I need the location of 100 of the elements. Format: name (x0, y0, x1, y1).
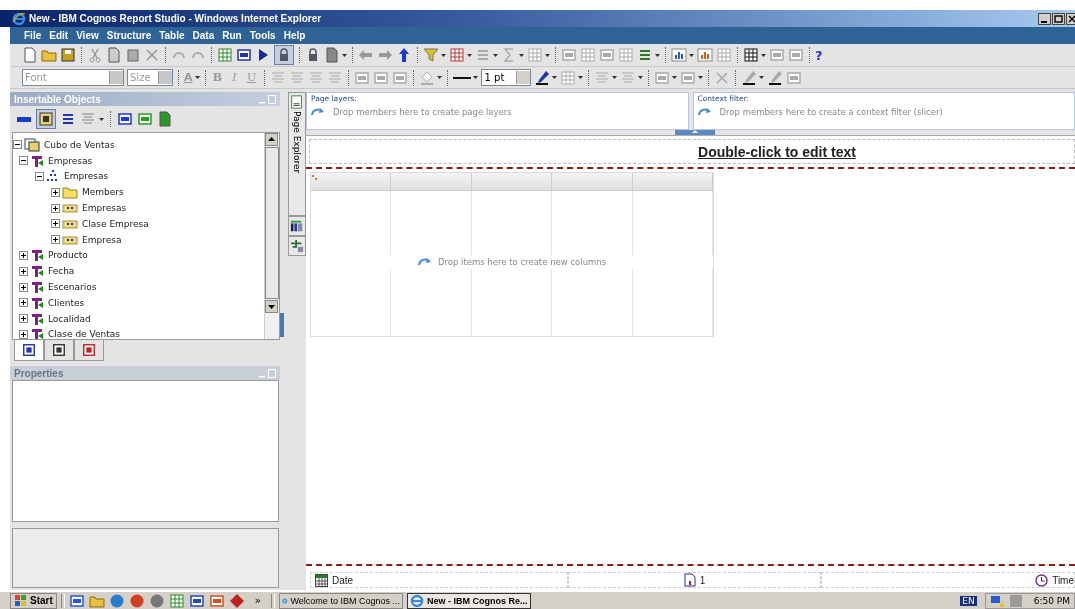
tree-item[interactable]: Fecha (48, 266, 75, 277)
diamond-icon[interactable] (228, 592, 245, 609)
menu-item[interactable]: Help (283, 30, 306, 41)
expand-icon[interactable] (19, 250, 28, 260)
menu-item[interactable]: File (24, 30, 42, 41)
refresh-icon[interactable] (137, 111, 153, 127)
panel-tab[interactable] (44, 340, 74, 361)
caret-icon[interactable] (551, 76, 557, 79)
collapse-icon[interactable] (19, 156, 28, 166)
maximize-button[interactable] (1052, 12, 1065, 25)
pick-style-icon[interactable] (740, 69, 757, 86)
caret-icon[interactable] (697, 76, 703, 79)
menu-item[interactable]: View (76, 30, 99, 41)
document-icon[interactable] (157, 111, 173, 127)
language-indicator[interactable]: EN (960, 595, 977, 606)
tree-item[interactable]: Localidad (48, 313, 91, 324)
side-button[interactable] (288, 216, 306, 236)
caret-icon[interactable] (519, 53, 524, 57)
tree-item[interactable]: Members (82, 187, 124, 198)
copy-icon[interactable] (106, 47, 122, 63)
close-button[interactable] (1066, 12, 1075, 25)
border-width-combo[interactable]: 1 pt (480, 69, 531, 86)
more-button[interactable]: » (254, 595, 261, 606)
expand-icon[interactable] (19, 314, 28, 324)
minimize-button[interactable] (1038, 12, 1051, 25)
tree-item[interactable]: Escenarios (48, 282, 97, 293)
caret-icon[interactable] (545, 53, 550, 57)
collapse-tab[interactable] (674, 130, 715, 135)
caret-icon[interactable] (655, 53, 660, 57)
tree-item[interactable]: Cubo de Ventas (44, 139, 115, 150)
handle-icon[interactable] (312, 175, 317, 180)
expand-icon[interactable] (51, 219, 60, 229)
expand-icon[interactable] (51, 187, 60, 197)
tree-item[interactable]: Empresas (48, 155, 93, 166)
lock-button[interactable] (274, 45, 294, 65)
tree-item[interactable]: Clase de Ventas (48, 329, 120, 339)
expand-icon[interactable] (19, 266, 28, 276)
caret-icon[interactable] (194, 76, 200, 79)
expand-icon[interactable] (51, 235, 60, 245)
collapse-icon[interactable] (13, 140, 22, 150)
up-arrow-icon[interactable] (396, 47, 412, 63)
list-view-icon[interactable] (60, 111, 76, 127)
insert-chart-icon[interactable] (697, 47, 713, 63)
page-switch-icon[interactable] (324, 47, 340, 63)
apply-style-icon[interactable] (766, 69, 783, 86)
tree-item[interactable]: Clase Empresa (82, 218, 149, 229)
menu-item[interactable]: Data (192, 30, 215, 41)
caret-icon[interactable] (671, 76, 677, 79)
tree-item[interactable]: Producto (48, 250, 88, 261)
list-icon[interactable] (637, 47, 653, 63)
table-grid-icon[interactable] (743, 47, 759, 63)
tree-item[interactable]: Clientes (48, 297, 85, 308)
presentation-icon[interactable] (208, 592, 225, 609)
menu-item[interactable]: Structure (106, 30, 152, 41)
xml-document-icon[interactable] (236, 47, 252, 63)
start-button[interactable]: Start (10, 592, 57, 609)
link-icon[interactable] (117, 111, 133, 127)
network-warning-icon[interactable] (989, 593, 1006, 608)
taskbar-button[interactable]: New - IBM Cognos Re... (406, 592, 531, 609)
help-button[interactable]: ? (815, 47, 823, 63)
tree-item[interactable]: Empresa (82, 234, 122, 245)
caret-icon[interactable] (436, 76, 442, 79)
caret-icon[interactable] (441, 53, 446, 57)
caret-icon[interactable] (611, 76, 617, 79)
caret-icon[interactable] (342, 53, 347, 57)
panel-tab[interactable] (74, 340, 104, 361)
caret-icon[interactable] (493, 53, 498, 57)
expand-icon[interactable] (51, 203, 60, 213)
caret-icon[interactable] (99, 117, 104, 121)
tree-item[interactable]: Empresas (82, 203, 127, 214)
menu-item[interactable]: Tools (249, 30, 276, 41)
caret-icon[interactable] (577, 76, 583, 79)
expand-icon[interactable] (19, 298, 28, 308)
scrollbar[interactable] (264, 133, 279, 339)
caret-icon[interactable] (689, 53, 694, 57)
caret-icon[interactable] (637, 76, 643, 79)
menu-item[interactable]: Edit (49, 30, 69, 41)
expand-icon[interactable] (19, 329, 28, 339)
taskbar-button[interactable]: Welcome to IBM Cognos ... (278, 592, 403, 609)
list-table[interactable]: Drop items here to create new columns (310, 172, 714, 337)
caret-icon[interactable] (758, 76, 764, 79)
chart-icon[interactable] (671, 47, 687, 63)
scroll-up-icon[interactable] (265, 133, 278, 146)
menu-item[interactable]: Table (159, 30, 185, 41)
expand-icon[interactable] (19, 282, 28, 292)
side-tab[interactable]: Page Explorer (288, 92, 306, 216)
caret-icon[interactable] (761, 53, 766, 57)
panel-tab[interactable] (14, 340, 44, 361)
collapse-icon[interactable] (35, 172, 44, 181)
paste-icon[interactable] (125, 47, 141, 63)
fill-color-icon[interactable] (418, 69, 435, 86)
menu-item[interactable]: Run (222, 30, 242, 41)
caret-icon[interactable] (467, 53, 472, 57)
scroll-down-icon[interactable] (265, 300, 278, 313)
suppress-icon[interactable] (449, 47, 465, 63)
pen-color-icon[interactable] (533, 69, 550, 86)
new-document-icon[interactable] (22, 47, 38, 63)
document-icon[interactable] (188, 592, 205, 609)
open-folder-icon[interactable] (41, 47, 57, 63)
tree-item[interactable]: Empresas (64, 171, 109, 182)
